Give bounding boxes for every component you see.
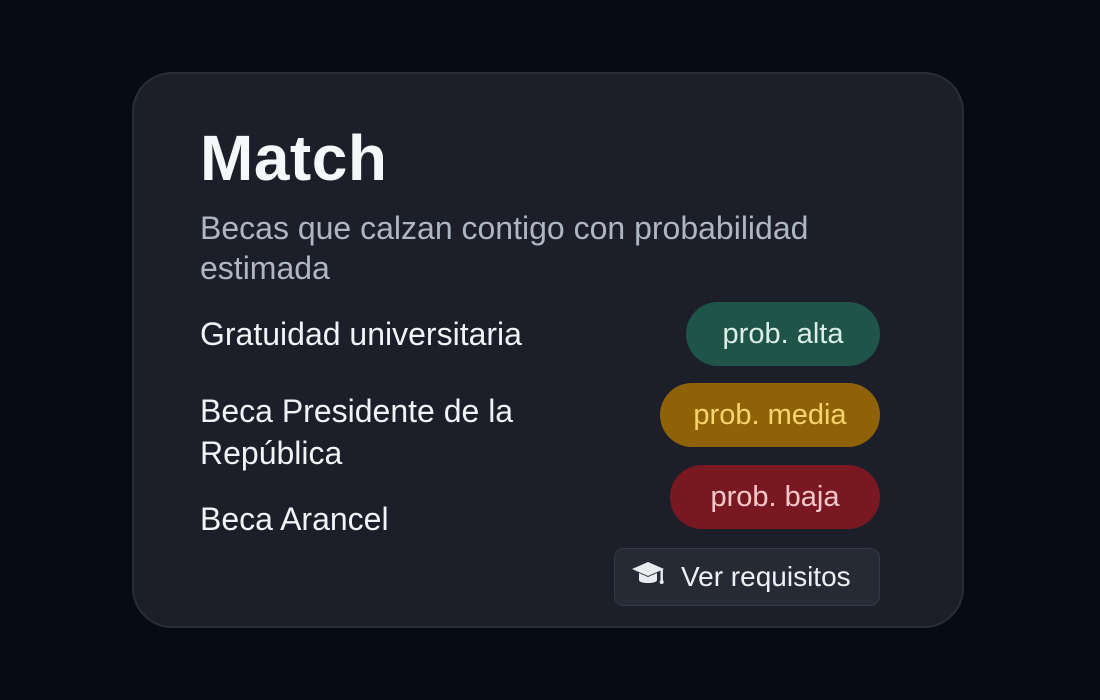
card-title: Match — [200, 122, 388, 194]
card-subtitle: Becas que calzan contigo con probabilida… — [200, 210, 809, 286]
view-requirements-button[interactable]: Ver requisitos — [614, 548, 880, 606]
graduation-cap-icon — [631, 559, 665, 596]
probability-badge-alta: prob. alta — [686, 302, 880, 366]
view-requirements-label: Ver requisitos — [681, 561, 851, 592]
probability-badge-baja: prob. baja — [670, 465, 880, 529]
scholarship-name-gratuidad: Gratuidad universitaria — [200, 316, 522, 352]
scholarship-name-arancel: Beca Arancel — [200, 501, 389, 537]
scholarship-name-presidente: Beca Presidente de la República — [200, 393, 514, 471]
probability-badge-media: prob. media — [660, 383, 880, 447]
